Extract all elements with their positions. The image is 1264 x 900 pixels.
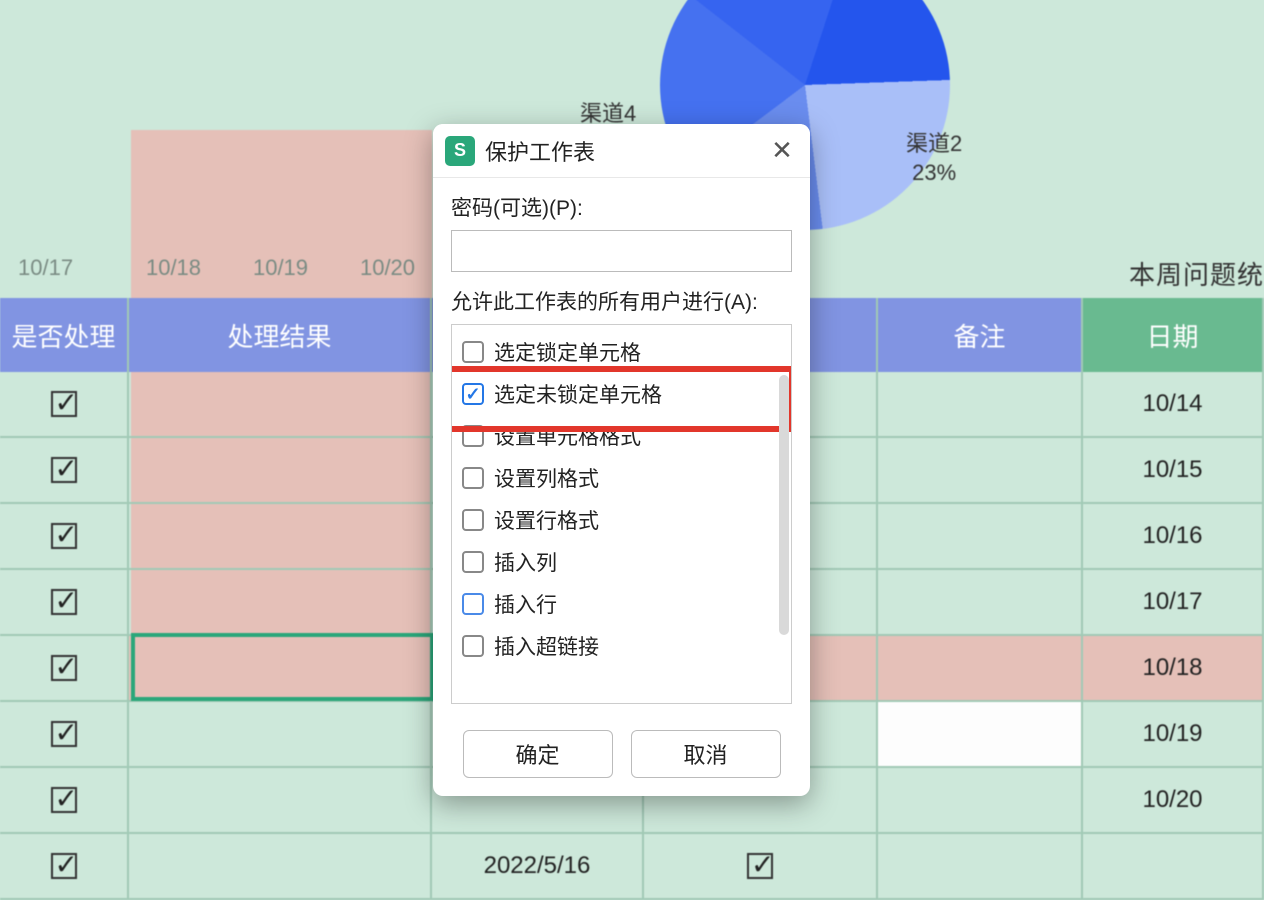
date-tick: 10/20 — [334, 255, 441, 281]
checkbox-icon[interactable] — [462, 467, 484, 489]
checkbox-icon[interactable] — [462, 551, 484, 573]
header-date[interactable]: 日期 — [1083, 298, 1264, 372]
dialog-title: 保护工作表 — [485, 135, 766, 167]
checkbox-icon[interactable] — [462, 635, 484, 657]
date-tick: 10/18 — [120, 255, 227, 281]
perm-item-format-cells[interactable]: 设置单元格格式 — [456, 415, 787, 457]
perm-item-lock-cells[interactable]: 选定锁定单元格 — [456, 331, 787, 373]
date-cell[interactable]: 10/17 — [1083, 570, 1264, 636]
check-icon[interactable] — [51, 589, 77, 615]
check-icon[interactable] — [747, 853, 773, 879]
checkbox-icon[interactable] — [462, 593, 484, 615]
check-icon[interactable] — [51, 391, 77, 417]
checkbox-icon[interactable] — [462, 425, 484, 447]
header-result[interactable]: 处理结果 — [129, 298, 432, 372]
perm-item-format-rows[interactable]: 设置行格式 — [456, 499, 787, 541]
date-cell[interactable]: 10/16 — [1083, 504, 1264, 570]
password-input[interactable] — [451, 230, 792, 272]
pie-label-channel2: 渠道223% — [906, 130, 962, 187]
date-tick: 10/17 — [0, 255, 120, 281]
perm-label: 设置列格式 — [494, 463, 599, 493]
check-icon[interactable] — [51, 853, 77, 879]
check-icon[interactable] — [51, 457, 77, 483]
side-heading: 本周问题统 — [1129, 255, 1264, 292]
check-icon[interactable] — [51, 655, 77, 681]
perm-label: 插入超链接 — [494, 631, 599, 661]
cancel-button[interactable]: 取消 — [631, 730, 781, 778]
ok-button[interactable]: 确定 — [463, 730, 613, 778]
perm-label: 插入列 — [494, 547, 557, 577]
check-icon[interactable] — [51, 523, 77, 549]
check-icon[interactable] — [51, 721, 77, 747]
checkbox-icon[interactable] — [462, 509, 484, 531]
date-cell[interactable]: 10/14 — [1083, 372, 1264, 438]
close-icon[interactable]: ✕ — [766, 135, 798, 167]
checkbox-icon[interactable] — [462, 383, 484, 405]
bottom-date-cell[interactable]: 2022/5/16 — [432, 834, 644, 900]
permissions-label: 允许此工作表的所有用户进行(A): — [451, 286, 792, 316]
selected-cell-border — [131, 633, 434, 701]
perm-label: 插入行 — [494, 589, 557, 619]
date-tick: 10/19 — [227, 255, 334, 281]
scrollbar[interactable] — [779, 375, 789, 635]
perm-item-insert-links[interactable]: 插入超链接 — [456, 625, 787, 667]
protect-sheet-dialog: S 保护工作表 ✕ 密码(可选)(P): 允许此工作表的所有用户进行(A): 选… — [433, 124, 810, 796]
date-axis-row: 10/17 10/18 10/19 10/20 — [0, 255, 441, 281]
perm-item-unlock-cells[interactable]: 选定未锁定单元格 — [456, 373, 787, 415]
perm-label: 选定未锁定单元格 — [494, 379, 662, 409]
perm-item-format-cols[interactable]: 设置列格式 — [456, 457, 787, 499]
perm-label: 设置单元格格式 — [494, 421, 641, 451]
date-cell[interactable]: 10/20 — [1083, 768, 1264, 834]
app-icon: S — [445, 136, 475, 166]
table-row[interactable]: 2022/5/16 — [0, 834, 1264, 900]
permissions-list[interactable]: 选定锁定单元格 选定未锁定单元格 设置单元格格式 设置列格式 设置行格式 插入列 — [451, 324, 792, 704]
perm-item-insert-cols[interactable]: 插入列 — [456, 541, 787, 583]
perm-label: 设置行格式 — [494, 505, 599, 535]
perm-item-insert-rows[interactable]: 插入行 — [456, 583, 787, 625]
dialog-titlebar[interactable]: S 保护工作表 ✕ — [433, 124, 810, 178]
date-cell[interactable]: 10/19 — [1083, 702, 1264, 768]
header-note[interactable]: 备注 — [878, 298, 1083, 372]
date-cell[interactable]: 10/18 — [1083, 636, 1264, 702]
check-icon[interactable] — [51, 787, 77, 813]
date-cell[interactable]: 10/15 — [1083, 438, 1264, 504]
perm-label: 选定锁定单元格 — [494, 337, 641, 367]
checkbox-icon[interactable] — [462, 341, 484, 363]
password-label: 密码(可选)(P): — [451, 192, 792, 222]
header-processed[interactable]: 是否处理 — [0, 298, 129, 372]
